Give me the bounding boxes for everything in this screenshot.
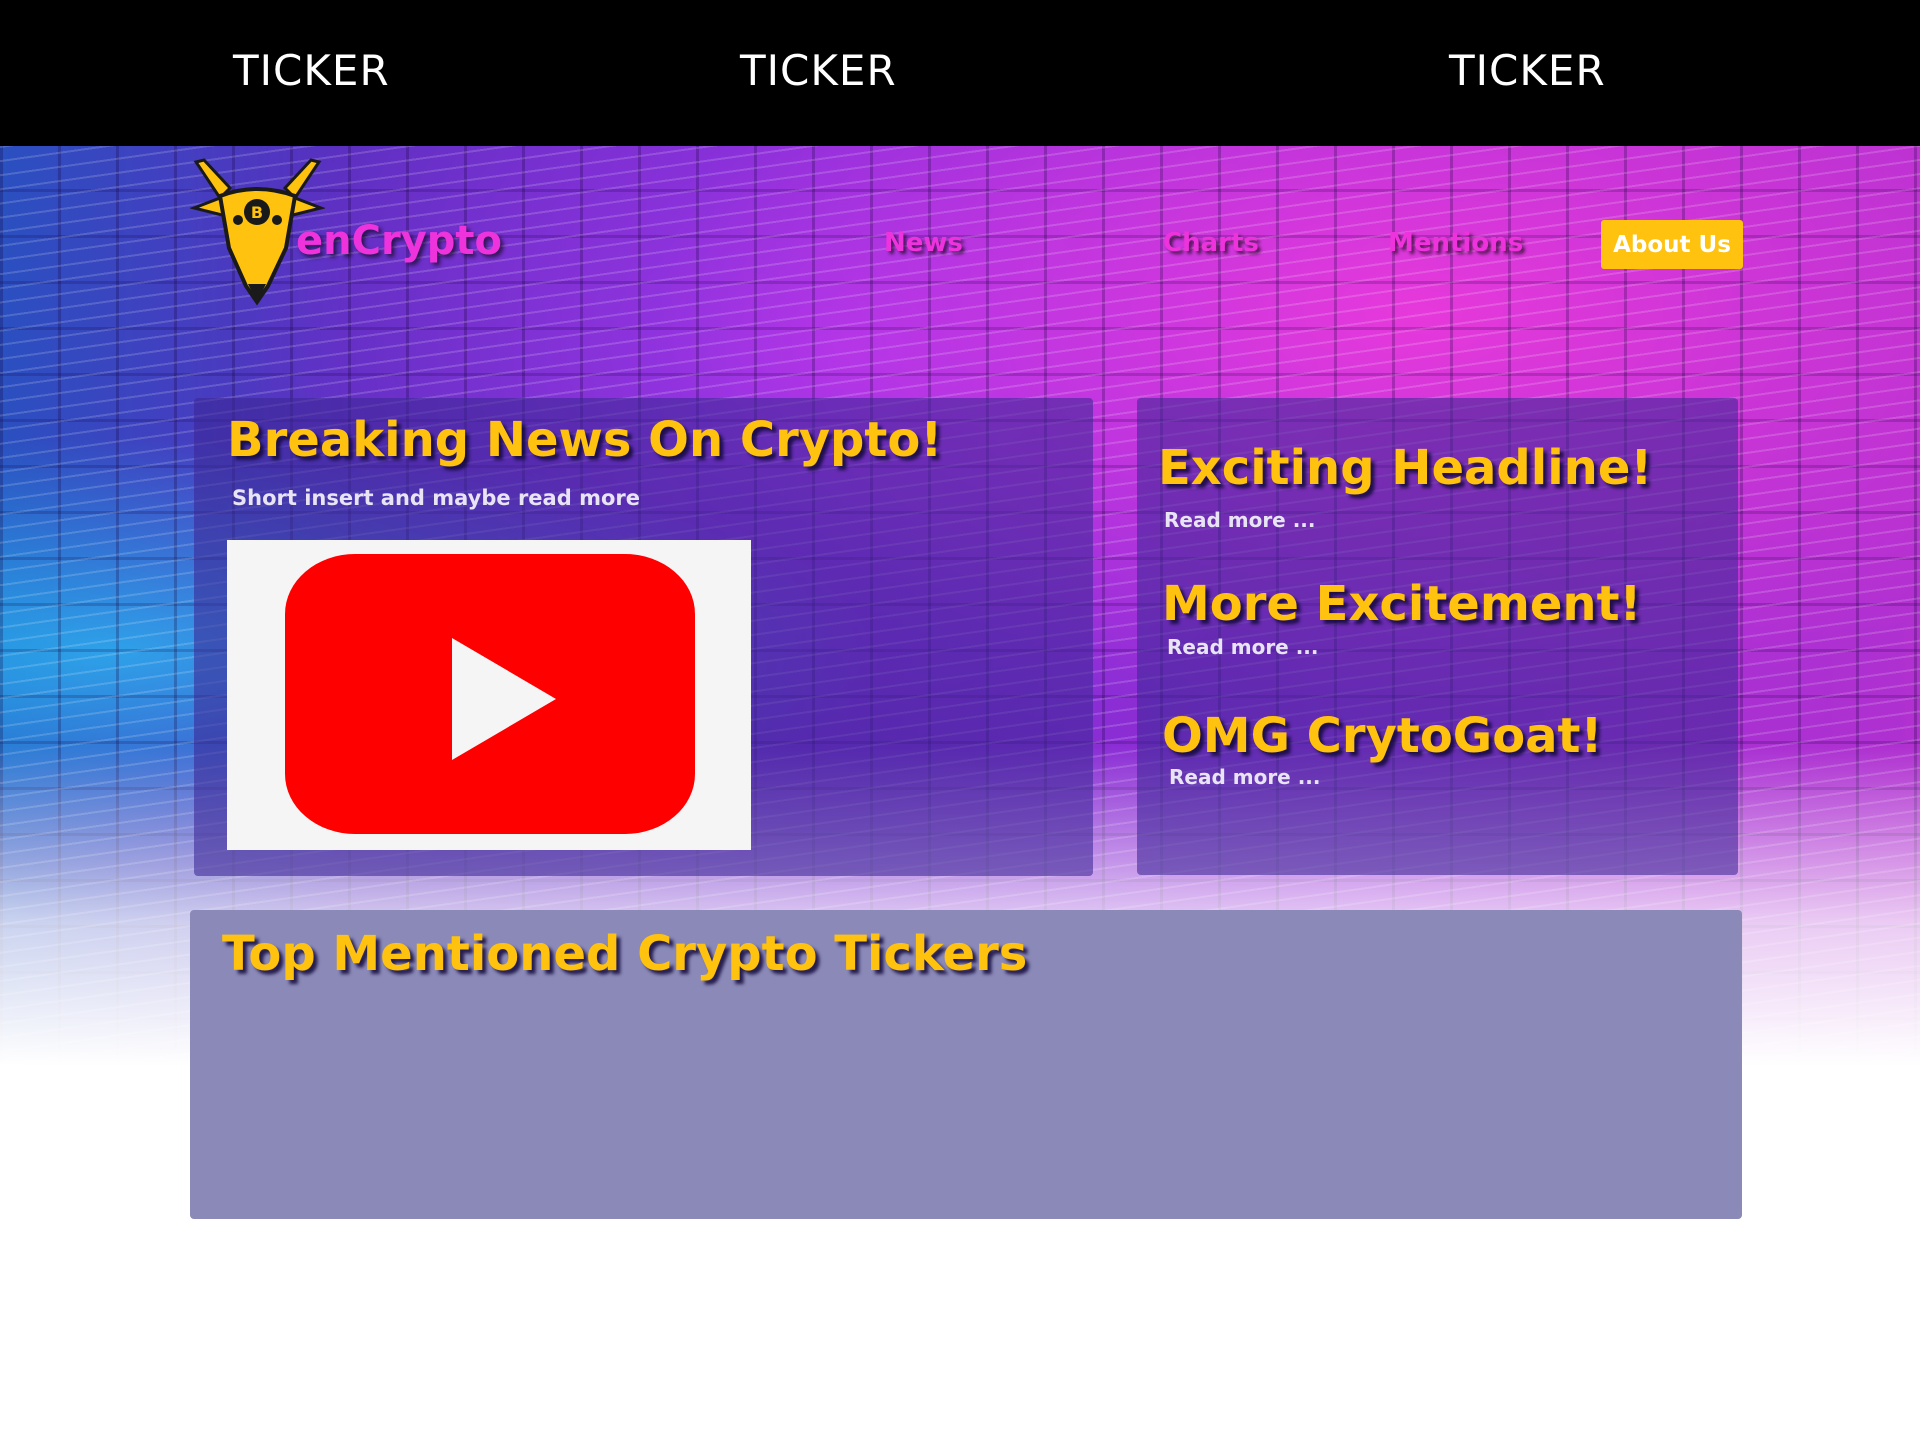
play-icon [452,638,556,760]
read-more-link[interactable]: Read more ... [1169,765,1321,789]
nav-link-charts[interactable]: Charts [1163,228,1259,258]
headline-title[interactable]: OMG CrytoGoat! [1162,708,1602,764]
ticker-item[interactable]: TICKER [233,46,390,95]
video-thumbnail[interactable] [227,540,751,850]
top-tickers-panel: Top Mentioned Crypto Tickers [190,910,1742,1219]
brand-name[interactable]: enCrypto [296,218,502,264]
breaking-news-title: Breaking News On Crypto! [227,412,943,468]
ticker-item[interactable]: TICKER [1449,46,1606,95]
headline-title[interactable]: Exciting Headline! [1158,440,1652,496]
breaking-news-subtitle[interactable]: Short insert and maybe read more [232,486,640,510]
about-us-button[interactable]: About Us [1601,220,1743,269]
nav-link-news[interactable]: News [884,228,963,258]
headline-title[interactable]: More Excitement! [1162,576,1641,632]
page: TICKER TICKER TICKER B enCrypto News Cha… [0,0,1920,1440]
read-more-link[interactable]: Read more ... [1164,508,1316,532]
nav-link-mentions[interactable]: Mentions [1388,228,1523,258]
breaking-news-panel: Breaking News On Crypto! Short insert an… [194,398,1093,876]
top-tickers-title: Top Mentioned Crypto Tickers [222,926,1028,982]
svg-text:B: B [251,203,263,222]
ticker-bar: TICKER TICKER TICKER [0,0,1920,146]
ticker-item[interactable]: TICKER [740,46,897,95]
read-more-link[interactable]: Read more ... [1167,635,1319,659]
youtube-play-icon [285,554,695,834]
headlines-panel: Exciting Headline! Read more ... More Ex… [1137,398,1738,875]
